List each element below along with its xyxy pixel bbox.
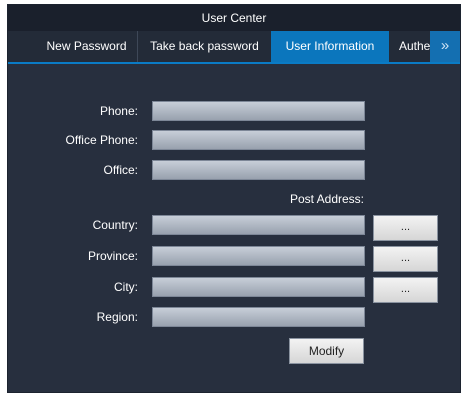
phone-label: Phone: xyxy=(99,104,138,118)
modify-button[interactable]: Modify xyxy=(289,338,364,364)
phone-input[interactable] xyxy=(152,101,365,121)
province-input[interactable] xyxy=(152,246,365,266)
office-input[interactable] xyxy=(152,160,365,180)
scroll-tabs-right-icon[interactable]: » xyxy=(430,31,460,62)
tab-new-password[interactable]: New Password xyxy=(36,31,138,62)
user-center-window: User Center New Password Take back passw… xyxy=(7,4,461,393)
tab-bar: New Password Take back password User Inf… xyxy=(8,31,460,64)
province-label: Province: xyxy=(87,249,138,263)
city-browse-button[interactable]: ... xyxy=(373,277,438,303)
city-label: City: xyxy=(114,280,138,294)
region-input[interactable] xyxy=(152,307,365,327)
province-browse-button[interactable]: ... xyxy=(373,246,438,272)
city-input[interactable] xyxy=(152,277,365,297)
office-phone-label: Office Phone: xyxy=(65,133,139,147)
office-phone-input[interactable] xyxy=(152,130,365,150)
window-title: User Center xyxy=(8,5,460,31)
tab-user-information[interactable]: User Information xyxy=(271,31,389,62)
region-label: Region: xyxy=(96,310,138,324)
country-label: Country: xyxy=(92,218,138,232)
post-address-label: Post Address: xyxy=(289,192,364,206)
tab-take-back-password[interactable]: Take back password xyxy=(139,31,270,62)
country-input[interactable] xyxy=(152,215,365,235)
country-browse-button[interactable]: ... xyxy=(373,215,438,241)
office-label: Office: xyxy=(103,163,138,177)
